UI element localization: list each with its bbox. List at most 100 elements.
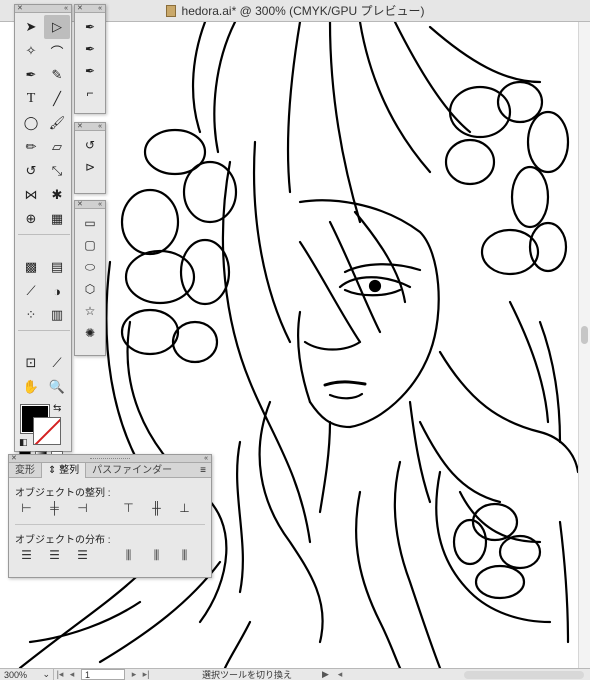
- blend-tool-icon[interactable]: ◑: [44, 279, 70, 303]
- distribute-top-icon[interactable]: ☰: [17, 547, 36, 563]
- collapse-icon[interactable]: «: [204, 455, 208, 463]
- stroke-swatch-none[interactable]: [33, 417, 61, 445]
- tools-panel-header[interactable]: ✕ «: [15, 5, 71, 13]
- selection-tool-icon[interactable]: ➤: [18, 15, 44, 39]
- rotate-tool-icon[interactable]: ↺: [79, 134, 101, 156]
- shape-builder-tool-icon[interactable]: ⊕: [18, 207, 44, 231]
- align-panel: ✕ « 変形 ⇕ 整列 パスファインダー ≡ オブジェクトの整列 : ⊢ ╪ ⊣…: [8, 454, 212, 578]
- mesh-tool-icon[interactable]: ▩: [18, 255, 44, 279]
- tab-align-label: 整列: [59, 464, 80, 476]
- lasso-tool-icon[interactable]: ⌒: [44, 39, 70, 63]
- zoom-level-dropdown[interactable]: 300% ⌄: [0, 668, 54, 680]
- close-icon[interactable]: ✕: [77, 123, 83, 131]
- delete-anchor-tool-icon[interactable]: ✒: [79, 60, 101, 82]
- previous-artboard-icon[interactable]: ◂: [66, 669, 78, 680]
- symbol-sprayer-tool-icon[interactable]: ⁘: [18, 303, 44, 327]
- close-icon[interactable]: ✕: [11, 455, 17, 463]
- zoom-level: 300%: [4, 669, 28, 680]
- scroll-left-icon[interactable]: ◂: [334, 669, 346, 680]
- graph-tool-icon[interactable]: ▥: [44, 303, 70, 327]
- rectangle-tool-icon[interactable]: ▭: [79, 212, 101, 234]
- play-icon[interactable]: ▶: [322, 669, 334, 680]
- add-anchor-tool-icon[interactable]: ✒: [79, 38, 101, 60]
- tab-transform[interactable]: 変形: [9, 463, 41, 478]
- flyout-header[interactable]: ✕ «: [75, 123, 105, 131]
- close-icon[interactable]: ✕: [17, 5, 23, 13]
- status-text[interactable]: 選択ツールを切り換え: [172, 668, 322, 680]
- distribute-bottom-icon[interactable]: ☰: [73, 547, 92, 563]
- panel-menu-icon[interactable]: ≡: [200, 465, 211, 476]
- paintbrush-tool-icon[interactable]: 🖌: [44, 111, 70, 135]
- last-artboard-icon[interactable]: ▸|: [140, 669, 152, 680]
- zoom-tool-icon[interactable]: 🔍: [44, 375, 70, 399]
- align-horizontal-center-icon[interactable]: ╪: [45, 500, 64, 516]
- rotate-tool-icon[interactable]: ↺: [18, 159, 44, 183]
- distribute-objects-label: オブジェクトの分布 :: [15, 535, 111, 546]
- window-title: hedora.ai* @ 300% (CMYK/GPU プレビュー): [181, 4, 425, 18]
- align-objects-row: ⊢ ╪ ⊣ ⊤ ╫ ⊥: [9, 496, 211, 520]
- align-objects-label: オブジェクトの整列 :: [15, 488, 111, 499]
- collapse-icon[interactable]: «: [98, 123, 102, 131]
- tool-separator: [18, 231, 70, 235]
- distribute-left-icon[interactable]: ⫼: [119, 547, 138, 563]
- collapse-icon[interactable]: «: [98, 201, 102, 209]
- distribute-right-icon[interactable]: ⫼: [175, 547, 194, 563]
- align-top-icon[interactable]: ⊤: [119, 500, 138, 516]
- gradient-tool-icon[interactable]: ▤: [44, 255, 70, 279]
- horizontal-scrollbar[interactable]: [464, 670, 584, 679]
- ellipse-tool-icon[interactable]: ◯: [18, 111, 44, 135]
- eraser-tool-icon[interactable]: ▱: [44, 135, 70, 159]
- ellipse-tool-icon[interactable]: ⬭: [79, 256, 101, 278]
- close-icon[interactable]: ✕: [77, 5, 83, 13]
- flyout-header[interactable]: ✕ «: [75, 201, 105, 209]
- star-tool-icon[interactable]: ☆: [79, 300, 101, 322]
- polygon-tool-icon[interactable]: ⬡: [79, 278, 101, 300]
- panel-grip: [89, 458, 131, 460]
- pen-tools-flyout: ✕ « ✒ ✒ ✒ ⌐: [74, 4, 106, 114]
- slice-tool-icon[interactable]: ⟋: [44, 351, 70, 375]
- align-right-icon[interactable]: ⊣: [73, 500, 92, 516]
- pen-tool-icon[interactable]: ✒: [79, 16, 101, 38]
- distribute-vertical-center-icon[interactable]: ☰: [45, 547, 64, 563]
- chevron-down-icon: ⌄: [42, 669, 50, 679]
- type-tool-icon[interactable]: T: [18, 87, 44, 111]
- reflect-tool-icon[interactable]: ⊳: [79, 156, 101, 178]
- eyedropper-tool-icon[interactable]: ⟋: [18, 279, 44, 303]
- tool-separator: [18, 327, 70, 331]
- artboard-tool-icon[interactable]: ⊡: [18, 351, 44, 375]
- anchor-point-tool-icon[interactable]: ⌐: [79, 82, 101, 104]
- tool-grid: ➤ ▷ ✧ ⌒ ✒ ✎ T ╱ ◯ 🖌 ✏ ▱ ↺ ⤡ ⋈ ✱ ⊕ ▦ ▩ ▤ …: [15, 13, 71, 401]
- swap-fill-stroke-icon[interactable]: ⇆: [53, 403, 61, 414]
- pen-tool-icon[interactable]: ✒: [18, 63, 44, 87]
- first-artboard-icon[interactable]: |◂: [54, 669, 66, 680]
- align-bottom-icon[interactable]: ⊥: [175, 500, 194, 516]
- line-tool-icon[interactable]: ╱: [44, 87, 70, 111]
- align-vertical-center-icon[interactable]: ╫: [147, 500, 166, 516]
- distribute-horizontal-center-icon[interactable]: ⫼: [147, 547, 166, 563]
- pencil-tool-icon[interactable]: ✏: [18, 135, 44, 159]
- artboard-number-field[interactable]: 1: [81, 669, 125, 680]
- rounded-rectangle-tool-icon[interactable]: ▢: [79, 234, 101, 256]
- hand-tool-icon[interactable]: ✋: [18, 375, 44, 399]
- scale-tool-icon[interactable]: ⤡: [44, 159, 70, 183]
- puppet-warp-tool-icon[interactable]: ✱: [44, 183, 70, 207]
- tab-pathfinder[interactable]: パスファインダー: [86, 463, 178, 478]
- align-left-icon[interactable]: ⊢: [17, 500, 36, 516]
- magic-wand-tool-icon[interactable]: ✧: [18, 39, 44, 63]
- direct-selection-tool-icon[interactable]: ▷: [44, 15, 70, 39]
- align-panel-header[interactable]: ✕ «: [9, 455, 211, 463]
- next-artboard-icon[interactable]: ▸: [128, 669, 140, 680]
- width-tool-icon[interactable]: ⋈: [18, 183, 44, 207]
- perspective-grid-tool-icon[interactable]: ▦: [44, 207, 70, 231]
- tab-align[interactable]: ⇕ 整列: [41, 462, 87, 478]
- flyout-header[interactable]: ✕ «: [75, 5, 105, 13]
- vertical-scrollbar[interactable]: [578, 22, 590, 668]
- collapse-icon[interactable]: «: [64, 5, 68, 13]
- flare-tool-icon[interactable]: ✺: [79, 322, 101, 344]
- close-icon[interactable]: ✕: [77, 201, 83, 209]
- status-bar: 300% ⌄ |◂ ◂ 1 ▸ ▸| 選択ツールを切り換え ▶ ◂: [0, 668, 590, 680]
- collapse-icon[interactable]: «: [98, 5, 102, 13]
- curvature-tool-icon[interactable]: ✎: [44, 63, 70, 87]
- default-colors-icon[interactable]: ◧: [19, 437, 28, 448]
- vertical-scroll-thumb[interactable]: [581, 326, 588, 344]
